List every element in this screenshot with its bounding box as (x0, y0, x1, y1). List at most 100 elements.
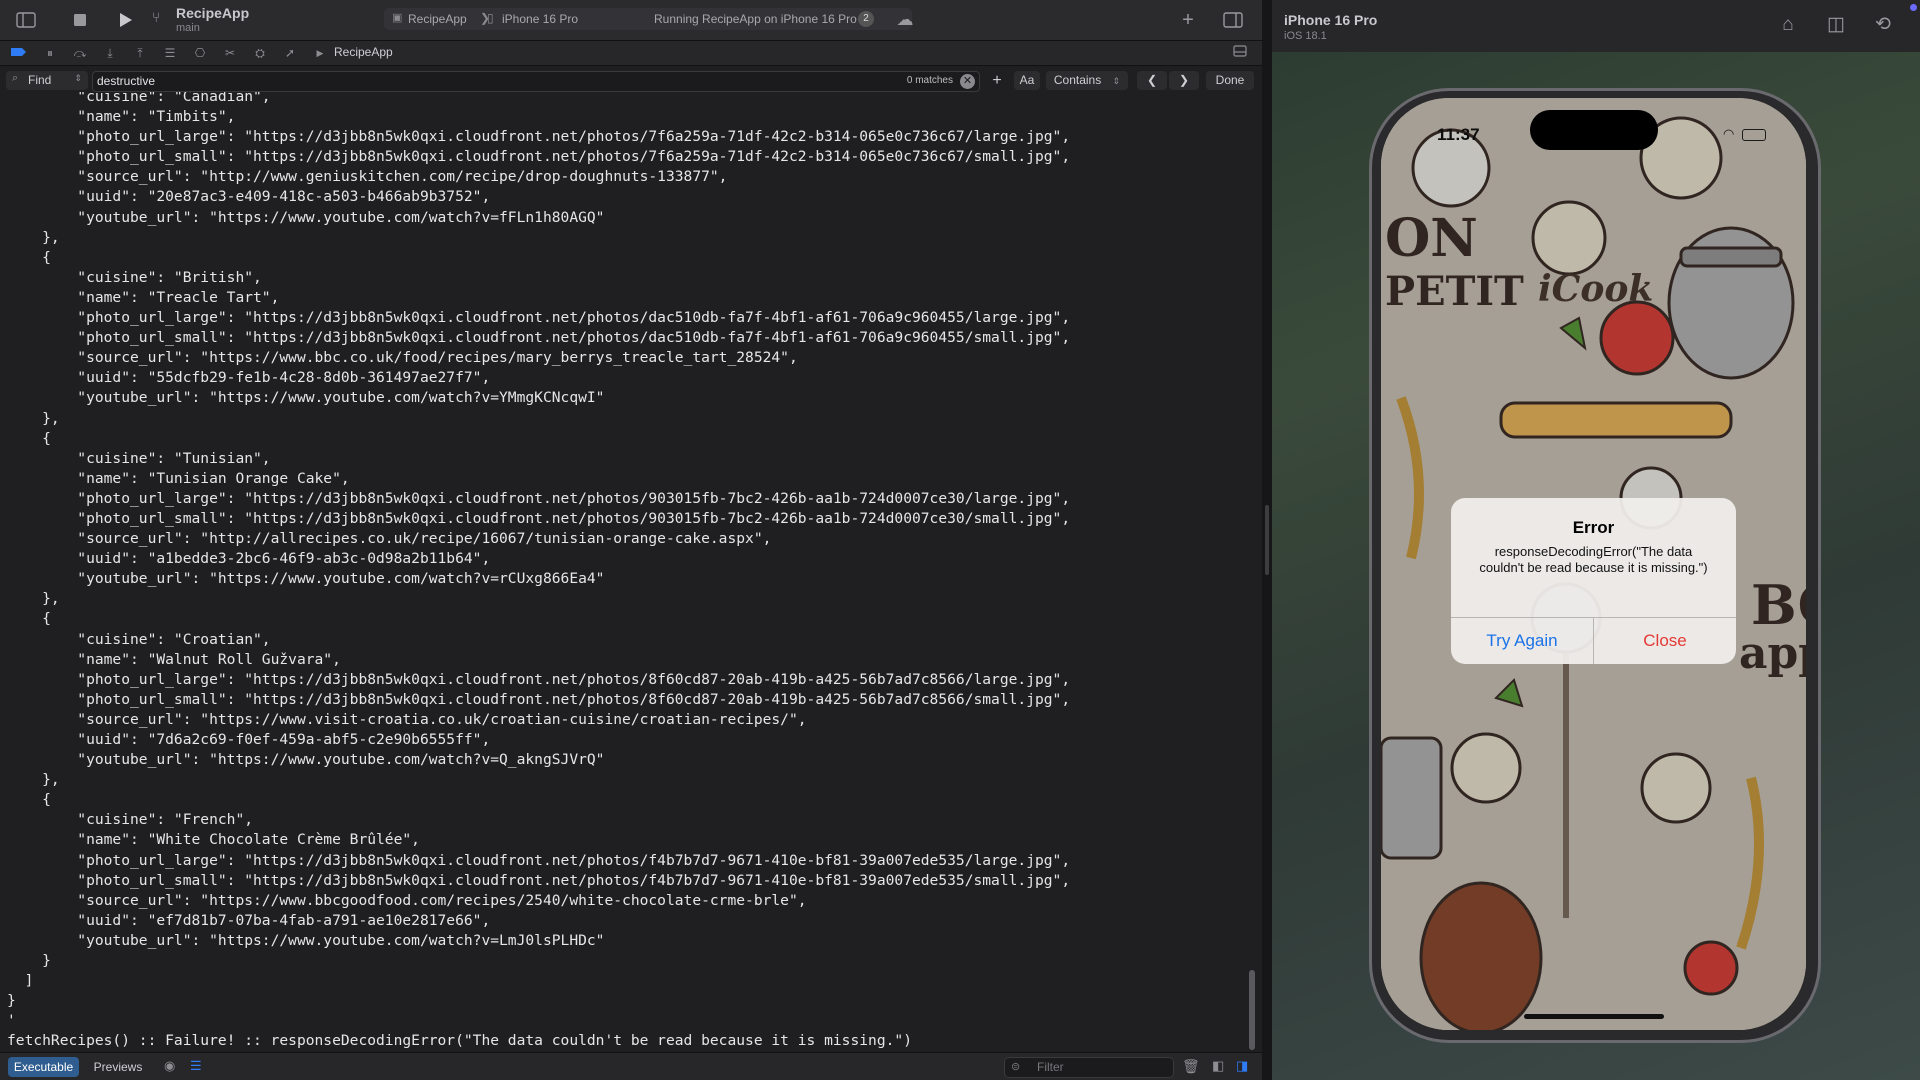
trash-icon[interactable]: 🗑 (1182, 1058, 1200, 1075)
home-indicator[interactable] (1524, 1014, 1664, 1019)
left-pane-icon[interactable]: ◧ (1212, 1058, 1224, 1074)
console-line: "name": "Tunisian Orange Cake", (7, 469, 350, 487)
console-line: "photo_url_small": "https://d3jbb8n5wk0q… (7, 148, 1071, 166)
iphone-icon: ▯ (487, 11, 494, 25)
console-line: "uuid": "a1bedde3-2bc6-46f9-ab3c-0d98a2b… (7, 550, 491, 568)
console-line: "cuisine": "French", (7, 811, 254, 829)
environment-overrides-icon[interactable]: ✂ (221, 45, 239, 61)
breakpoints-toggle-icon[interactable] (10, 45, 28, 61)
find-mode-select[interactable]: ⌕ Find ⇕ (6, 71, 88, 90)
scheme-app-name: RecipeApp (176, 5, 250, 21)
console-line: "photo_url_large": "https://d3jbb8n5wk0q… (7, 309, 1071, 327)
executable-tab[interactable]: Executable (8, 1057, 79, 1077)
simulator-device-name: iPhone 16 Pro (1284, 12, 1378, 28)
run-icon[interactable] (113, 8, 137, 32)
console-line: "photo_url_small": "https://d3jbb8n5wk0q… (7, 329, 1071, 347)
right-pane-icon[interactable]: ◨ (1236, 1058, 1248, 1074)
view-hierarchy-icon[interactable]: ☰ (161, 45, 179, 61)
simulate-location-icon[interactable]: ⛭ (251, 45, 269, 61)
error-alert: Error responseDecodingError("The data co… (1451, 498, 1736, 664)
console-line: "source_url": "http://www.geniuskitchen.… (7, 168, 728, 186)
console-line: "cuisine": "British", (7, 268, 262, 286)
step-over-icon[interactable]: ⤼ (71, 45, 89, 61)
activity-status: Running RecipeApp on iPhone 16 Pro (654, 12, 857, 26)
console-line: ] (7, 972, 34, 990)
console-line: }, (7, 590, 60, 608)
console-line: "name": "Walnut Roll Gužvara", (7, 650, 341, 668)
console-line: "youtube_url": "https://www.youtube.com/… (7, 208, 605, 226)
close-button[interactable]: Close (1594, 618, 1736, 664)
find-bar: ⌕ Find ⇕ destructive 0 matches ✕ + Aa Co… (0, 70, 1262, 92)
console-line: "cuisine": "Tunisian", (7, 449, 271, 467)
console-line: "youtube_url": "https://www.youtube.com/… (7, 931, 605, 949)
clear-search-icon[interactable]: ✕ (960, 74, 975, 89)
console-line: "photo_url_small": "https://d3jbb8n5wk0q… (7, 690, 1071, 708)
match-type-label: Contains (1053, 73, 1102, 87)
inspector-toggle-icon[interactable] (1221, 8, 1245, 32)
output-filter-icon[interactable]: ☰ (190, 1058, 202, 1074)
console-scrollbar[interactable] (1249, 970, 1255, 1050)
find-done-button[interactable]: Done (1206, 71, 1254, 90)
run-destination-app: RecipeApp (408, 12, 467, 26)
console-line: "photo_url_large": "https://d3jbb8n5wk0q… (7, 851, 1071, 869)
simulator-window: iPhone 16 Pro iOS 18.1 ⌂ ◫ ⟲ iCook ON PE… (1272, 0, 1920, 1080)
console-line: { (7, 610, 51, 628)
console-filter-input[interactable]: ⊜ Filter (1004, 1057, 1174, 1078)
alert-message: responseDecodingError("The data couldn't… (1479, 544, 1708, 575)
case-sensitive-toggle[interactable]: Aa (1014, 71, 1040, 90)
try-again-button[interactable]: Try Again (1451, 618, 1593, 664)
filter-icon: ⊜ (1011, 1061, 1021, 1073)
updown-chevron-icon: ⇕ (1112, 76, 1121, 86)
console-line: "photo_url_large": "https://d3jbb8n5wk0q… (7, 489, 1071, 507)
console-line: "uuid": "55dcfb29-fe1b-4c28-8d0b-361497a… (7, 369, 491, 387)
app-target-icon: ▣ (392, 12, 403, 24)
home-icon[interactable]: ⌂ (1775, 12, 1801, 38)
console-line: "source_url": "https://www.visit-croatia… (7, 710, 807, 728)
add-icon[interactable]: + (1176, 8, 1200, 32)
console-line: "name": "Timbits", (7, 108, 236, 126)
cloud-icon: ☁ (896, 10, 914, 29)
updown-chevron-icon: ⇕ (74, 73, 82, 83)
match-type-select[interactable]: Contains ⇕ (1046, 71, 1128, 90)
console-line: "cuisine": "Canadian", (7, 92, 271, 105)
console-line: "source_url": "https://www.bbcgoodfood.c… (7, 891, 807, 909)
eye-icon[interactable]: ◉ (164, 1058, 175, 1074)
next-match-icon[interactable]: ❯ (1169, 71, 1199, 90)
filter-placeholder: Filter (1037, 1060, 1064, 1074)
add-pattern-icon[interactable]: + (986, 71, 1008, 90)
location-arrow-icon[interactable]: ➚ (281, 45, 299, 61)
splitter-handle[interactable] (1265, 505, 1269, 575)
console-output[interactable]: "cuisine": "Canadian", "name": "Timbits"… (0, 92, 1252, 1048)
console-line: "cuisine": "Croatian", (7, 630, 271, 648)
sidebar-toggle-icon[interactable] (14, 8, 38, 32)
run-destination[interactable]: ▣ RecipeApp ❯ ▯ iPhone 16 Pro Running Re… (384, 8, 912, 30)
step-into-icon[interactable]: ⤓ (101, 45, 119, 61)
debug-target[interactable]: RecipeApp (334, 45, 393, 59)
alert-title: Error (1572, 518, 1615, 537)
find-input[interactable]: destructive 0 matches ✕ (92, 71, 980, 92)
console-line: }, (7, 228, 60, 246)
rotate-icon[interactable]: ⟲ (1870, 12, 1896, 38)
console-line: "photo_url_large": "https://d3jbb8n5wk0q… (7, 128, 1071, 146)
console-line: "name": "White Chocolate Crème Brûlée", (7, 831, 420, 849)
console-line: "uuid": "7d6a2c69-f0ef-459a-abf5-c2e90b6… (7, 731, 491, 748)
find-query: destructive (97, 74, 156, 88)
stop-icon[interactable] (68, 8, 92, 32)
console-line: }, (7, 409, 60, 427)
run-destination-device: iPhone 16 Pro (502, 12, 579, 26)
console-line: } (7, 992, 16, 1010)
console-bottom-bar: Executable Previews ◉ ☰ ⊜ Filter 🗑 ◧ ◨ (0, 1052, 1262, 1080)
console-line: fetchRecipes() :: Failure! :: responseDe… (7, 1032, 912, 1048)
previous-match-icon[interactable]: ❮ (1137, 71, 1167, 90)
issue-badge[interactable]: 2 (858, 11, 874, 27)
step-out-icon[interactable]: ⤒ (131, 45, 149, 61)
previews-tab[interactable]: Previews (88, 1057, 148, 1077)
iphone-screen[interactable]: iCook ON PETIT BO appe 11:37 ◠ Error res… (1381, 98, 1806, 1030)
branch-icon: ⑂ (152, 9, 161, 25)
window-splitter[interactable] (1262, 0, 1272, 1080)
memory-graph-icon[interactable]: ⎔ (191, 45, 209, 61)
debug-bar: ⏸ ⤼ ⤓ ⤒ ☰ ⎔ ✂ ⛭ ➚ ▶ RecipeApp (0, 41, 1262, 66)
screenshot-icon[interactable]: ◫ (1823, 12, 1849, 38)
pause-icon[interactable]: ⏸ (41, 45, 59, 61)
console-layout-icon[interactable] (1231, 45, 1249, 61)
